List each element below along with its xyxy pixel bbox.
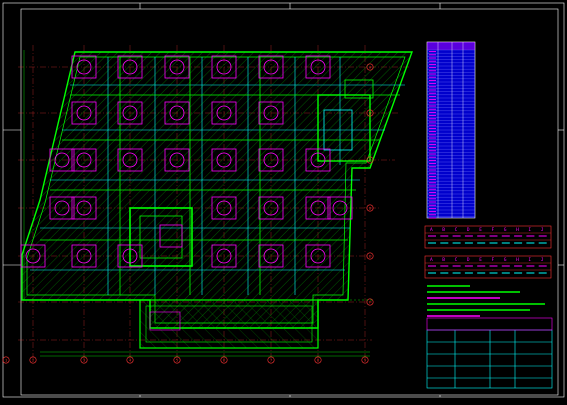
legend-column-label: B — [442, 227, 445, 233]
axis-bubble-label: 6 — [223, 359, 225, 363]
axis-bubbles-bottom: 1 2 3 4 5 6 7 8 9 — [2, 356, 369, 364]
axis-bubble-label: 4 — [129, 359, 131, 363]
axis-bubble-label: 9 — [364, 359, 366, 363]
cad-drawing-sheet: A B C D E F 1 2 3 4 5 6 7 8 9 A B C D E F G H I J A B C D E F G H I J — [0, 0, 567, 401]
axis-bubble-label: 7 — [270, 359, 272, 363]
axis-bubble-label: 8 — [317, 359, 319, 363]
legend-column-label: I — [528, 227, 531, 233]
axis-bubble-label: F — [369, 301, 371, 305]
legend-column-label: J — [541, 227, 544, 233]
legend-column-label: A — [430, 257, 433, 263]
legend-column-label: C — [455, 257, 458, 263]
legend-table-2: A B C D E F G H I J — [424, 255, 552, 279]
floor-plan-svg: A B C D E F 1 2 3 4 5 6 7 8 9 A B C D E F G H I J A B C D E F G H I J — [2, 2, 565, 398]
legend-column-label: C — [455, 227, 458, 233]
legend-column-label: E — [479, 257, 482, 263]
legend-column-label: G — [504, 227, 507, 233]
axis-bubble-label: D — [369, 207, 371, 211]
legend-table-1: A B C D E F G H I J — [424, 225, 552, 249]
legend-column-label: I — [528, 257, 531, 263]
axis-bubble-label: E — [369, 255, 371, 259]
axis-bubble-label: 3 — [83, 359, 85, 363]
axis-bubble-label: C — [369, 159, 371, 163]
legend-column-label: H — [516, 227, 519, 233]
axis-bubble-label: 5 — [176, 359, 178, 363]
legend-column-label: F — [492, 227, 495, 233]
legend-column-label: B — [442, 257, 445, 263]
axis-bubble-label: B — [369, 112, 371, 116]
legend-column-label: D — [467, 257, 470, 263]
title-block — [426, 317, 553, 389]
legend-column-label: E — [479, 227, 482, 233]
axis-bubble-label: 1 — [5, 359, 7, 363]
legend-column-label: J — [541, 257, 544, 263]
building-outline — [21, 51, 413, 349]
axis-bubble-label: 2 — [32, 359, 34, 363]
legend-column-label: G — [504, 257, 507, 263]
schedule-table — [426, 41, 476, 219]
legend-column-label: F — [492, 257, 495, 263]
notes-block — [427, 285, 545, 317]
legend-column-label: A — [430, 227, 433, 233]
legend-column-label: H — [516, 257, 519, 263]
legend-column-label: D — [467, 227, 470, 233]
